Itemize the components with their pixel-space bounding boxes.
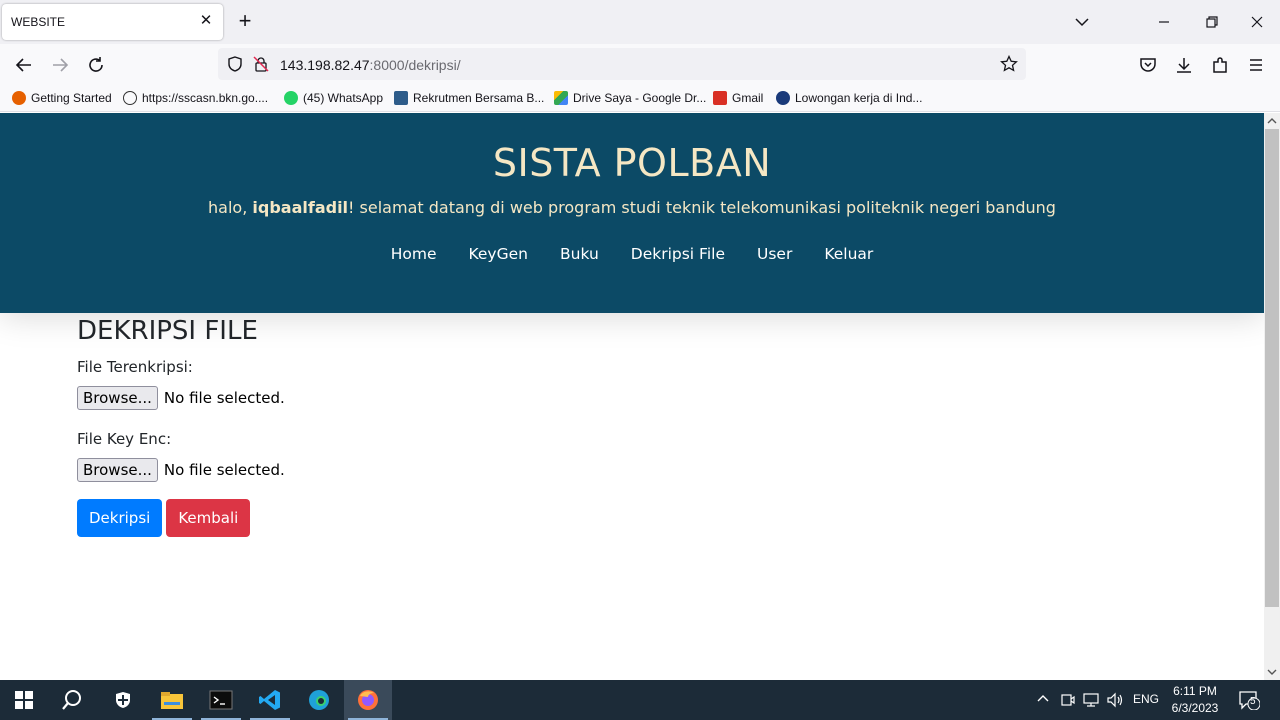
bookmark-whatsapp[interactable]: (45) WhatsApp	[284, 91, 383, 105]
rekrutmen-icon	[394, 91, 408, 105]
kembali-button[interactable]: Kembali	[166, 499, 251, 537]
bookmark-lowongan[interactable]: Lowongan kerja di Ind...	[776, 91, 922, 105]
greeting-text: halo, iqbaalfadil! selamat datang di web…	[0, 198, 1264, 217]
search-icon[interactable]	[48, 680, 96, 720]
insecure-lock-icon[interactable]	[252, 55, 270, 73]
new-tab-plus-icon[interactable]: +	[234, 10, 256, 34]
extensions-puzzle-icon[interactable]	[1208, 53, 1232, 77]
dekripsi-button[interactable]: Dekripsi	[77, 499, 163, 537]
browser-tab[interactable]: WEBSITE ✕	[2, 4, 223, 40]
firefox-taskbar-icon[interactable]	[344, 680, 392, 720]
close-window-icon[interactable]	[1245, 10, 1269, 34]
bookmark-label: https://sscasn.bkn.go....	[142, 91, 269, 105]
decrypt-form: DEKRIPSI FILE File Terenkripsi: Browse..…	[77, 316, 677, 537]
meet-now-icon[interactable]	[1060, 692, 1076, 711]
site-header: SISTA POLBAN halo, iqbaalfadil! selamat …	[0, 113, 1264, 313]
bookmarks-toolbar: Getting Started https://sscasn.bkn.go...…	[0, 86, 1280, 112]
tab-title: WEBSITE	[11, 15, 66, 29]
page-heading: DEKRIPSI FILE	[77, 316, 258, 346]
tab-bar: WEBSITE ✕ +	[0, 0, 1280, 44]
menu-keygen[interactable]: KeyGen	[453, 245, 544, 263]
pocket-icon[interactable]	[1136, 53, 1160, 77]
menu-buku[interactable]: Buku	[544, 245, 615, 263]
list-all-tabs-chevron-icon[interactable]	[1072, 12, 1092, 32]
security-shield-icon[interactable]	[99, 680, 147, 720]
scroll-up-arrow-icon[interactable]	[1264, 113, 1280, 129]
greeting-prefix: halo,	[208, 198, 253, 217]
username: iqbaalfadil	[252, 198, 349, 217]
downloads-icon[interactable]	[1172, 53, 1196, 77]
bookmark-gmail[interactable]: Gmail	[713, 91, 763, 105]
bookmark-label: Rekrutmen Bersama B...	[413, 91, 545, 105]
menu-user[interactable]: User	[741, 245, 808, 263]
navigation-toolbar: 143.198.82.47:8000/dekripsi/	[0, 44, 1280, 86]
menu-keluar[interactable]: Keluar	[808, 245, 889, 263]
job-site-icon	[776, 91, 790, 105]
whatsapp-icon	[284, 91, 298, 105]
volume-icon[interactable]	[1106, 692, 1124, 711]
greeting-suffix: ! selamat datang di web program studi te…	[348, 198, 1056, 217]
bookmark-label: Getting Started	[31, 91, 112, 105]
file-explorer-icon[interactable]	[148, 680, 196, 720]
key-file-label: File Key Enc:	[77, 430, 172, 448]
bookmark-label: (45) WhatsApp	[303, 91, 384, 105]
bookmark-google-drive[interactable]: Drive Saya - Google Dr...	[554, 91, 706, 105]
terminal-icon[interactable]	[197, 680, 245, 720]
key-file-status: No file selected.	[163, 461, 285, 479]
browse-encrypted-file-button[interactable]: Browse...	[77, 386, 158, 410]
edge-browser-icon[interactable]	[295, 680, 343, 720]
windows-taskbar: ENG 6:11 PM 6/3/2023 5	[0, 680, 1280, 720]
menu-dekripsi-file[interactable]: Dekripsi File	[615, 245, 741, 263]
close-tab-icon[interactable]: ✕	[197, 12, 215, 30]
hamburger-menu-icon[interactable]	[1244, 53, 1268, 77]
network-icon[interactable]	[1083, 692, 1099, 711]
vscode-icon[interactable]	[246, 680, 294, 720]
show-hidden-icons-chevron-icon[interactable]	[1036, 692, 1050, 709]
bookmark-label: Drive Saya - Google Dr...	[573, 91, 707, 105]
scroll-down-arrow-icon[interactable]	[1264, 664, 1280, 680]
url-path: :8000/dekripsi/	[369, 57, 461, 73]
firefox-icon	[12, 91, 26, 105]
form-actions: Dekripsi Kembali	[77, 499, 677, 537]
bookmark-getting-started[interactable]: Getting Started	[12, 91, 112, 105]
url-text[interactable]: 143.198.82.47:8000/dekripsi/	[280, 57, 461, 73]
bookmark-rekrutmen[interactable]: Rekrutmen Bersama B...	[394, 91, 544, 105]
main-menu: Home KeyGen Buku Dekripsi File User Kelu…	[0, 245, 1264, 263]
language-indicator[interactable]: ENG	[1133, 692, 1159, 706]
minimize-icon[interactable]	[1152, 10, 1176, 34]
encrypted-file-input[interactable]: Browse... No file selected.	[77, 386, 677, 410]
bookmark-label: Lowongan kerja di Ind...	[795, 91, 923, 105]
google-drive-icon	[554, 91, 568, 105]
encrypted-file-status: No file selected.	[163, 389, 285, 407]
page-viewport: SISTA POLBAN halo, iqbaalfadil! selamat …	[0, 113, 1264, 680]
clock-date: 6/3/2023	[1171, 701, 1219, 715]
encrypted-file-label: File Terenkripsi:	[77, 358, 193, 376]
notifications-icon[interactable]: 5	[1238, 690, 1261, 713]
gmail-icon	[713, 91, 727, 105]
key-file-input[interactable]: Browse... No file selected.	[77, 458, 677, 482]
bookmark-sscasn[interactable]: https://sscasn.bkn.go....	[123, 91, 268, 105]
vertical-scrollbar[interactable]	[1264, 113, 1280, 680]
scrollbar-thumb[interactable]	[1265, 129, 1279, 607]
url-host: 143.198.82.47	[280, 57, 370, 73]
site-title: SISTA POLBAN	[492, 141, 772, 185]
system-clock[interactable]: 6:11 PM 6/3/2023	[1160, 683, 1230, 717]
notification-count: 5	[1250, 696, 1256, 707]
back-arrow-icon[interactable]	[12, 53, 36, 77]
bookmark-star-icon[interactable]	[1000, 54, 1018, 73]
globe-icon	[123, 91, 137, 105]
forward-arrow-icon[interactable]	[48, 53, 72, 77]
clock-time: 6:11 PM	[1173, 684, 1217, 698]
browse-key-file-button[interactable]: Browse...	[77, 458, 158, 482]
menu-home[interactable]: Home	[375, 245, 453, 263]
reload-icon[interactable]	[84, 53, 108, 77]
shield-icon[interactable]	[226, 55, 244, 73]
restore-icon[interactable]	[1199, 10, 1223, 34]
url-bar[interactable]: 143.198.82.47:8000/dekripsi/	[218, 48, 1026, 80]
bookmark-label: Gmail	[732, 91, 764, 105]
windows-start-icon[interactable]	[0, 680, 48, 720]
